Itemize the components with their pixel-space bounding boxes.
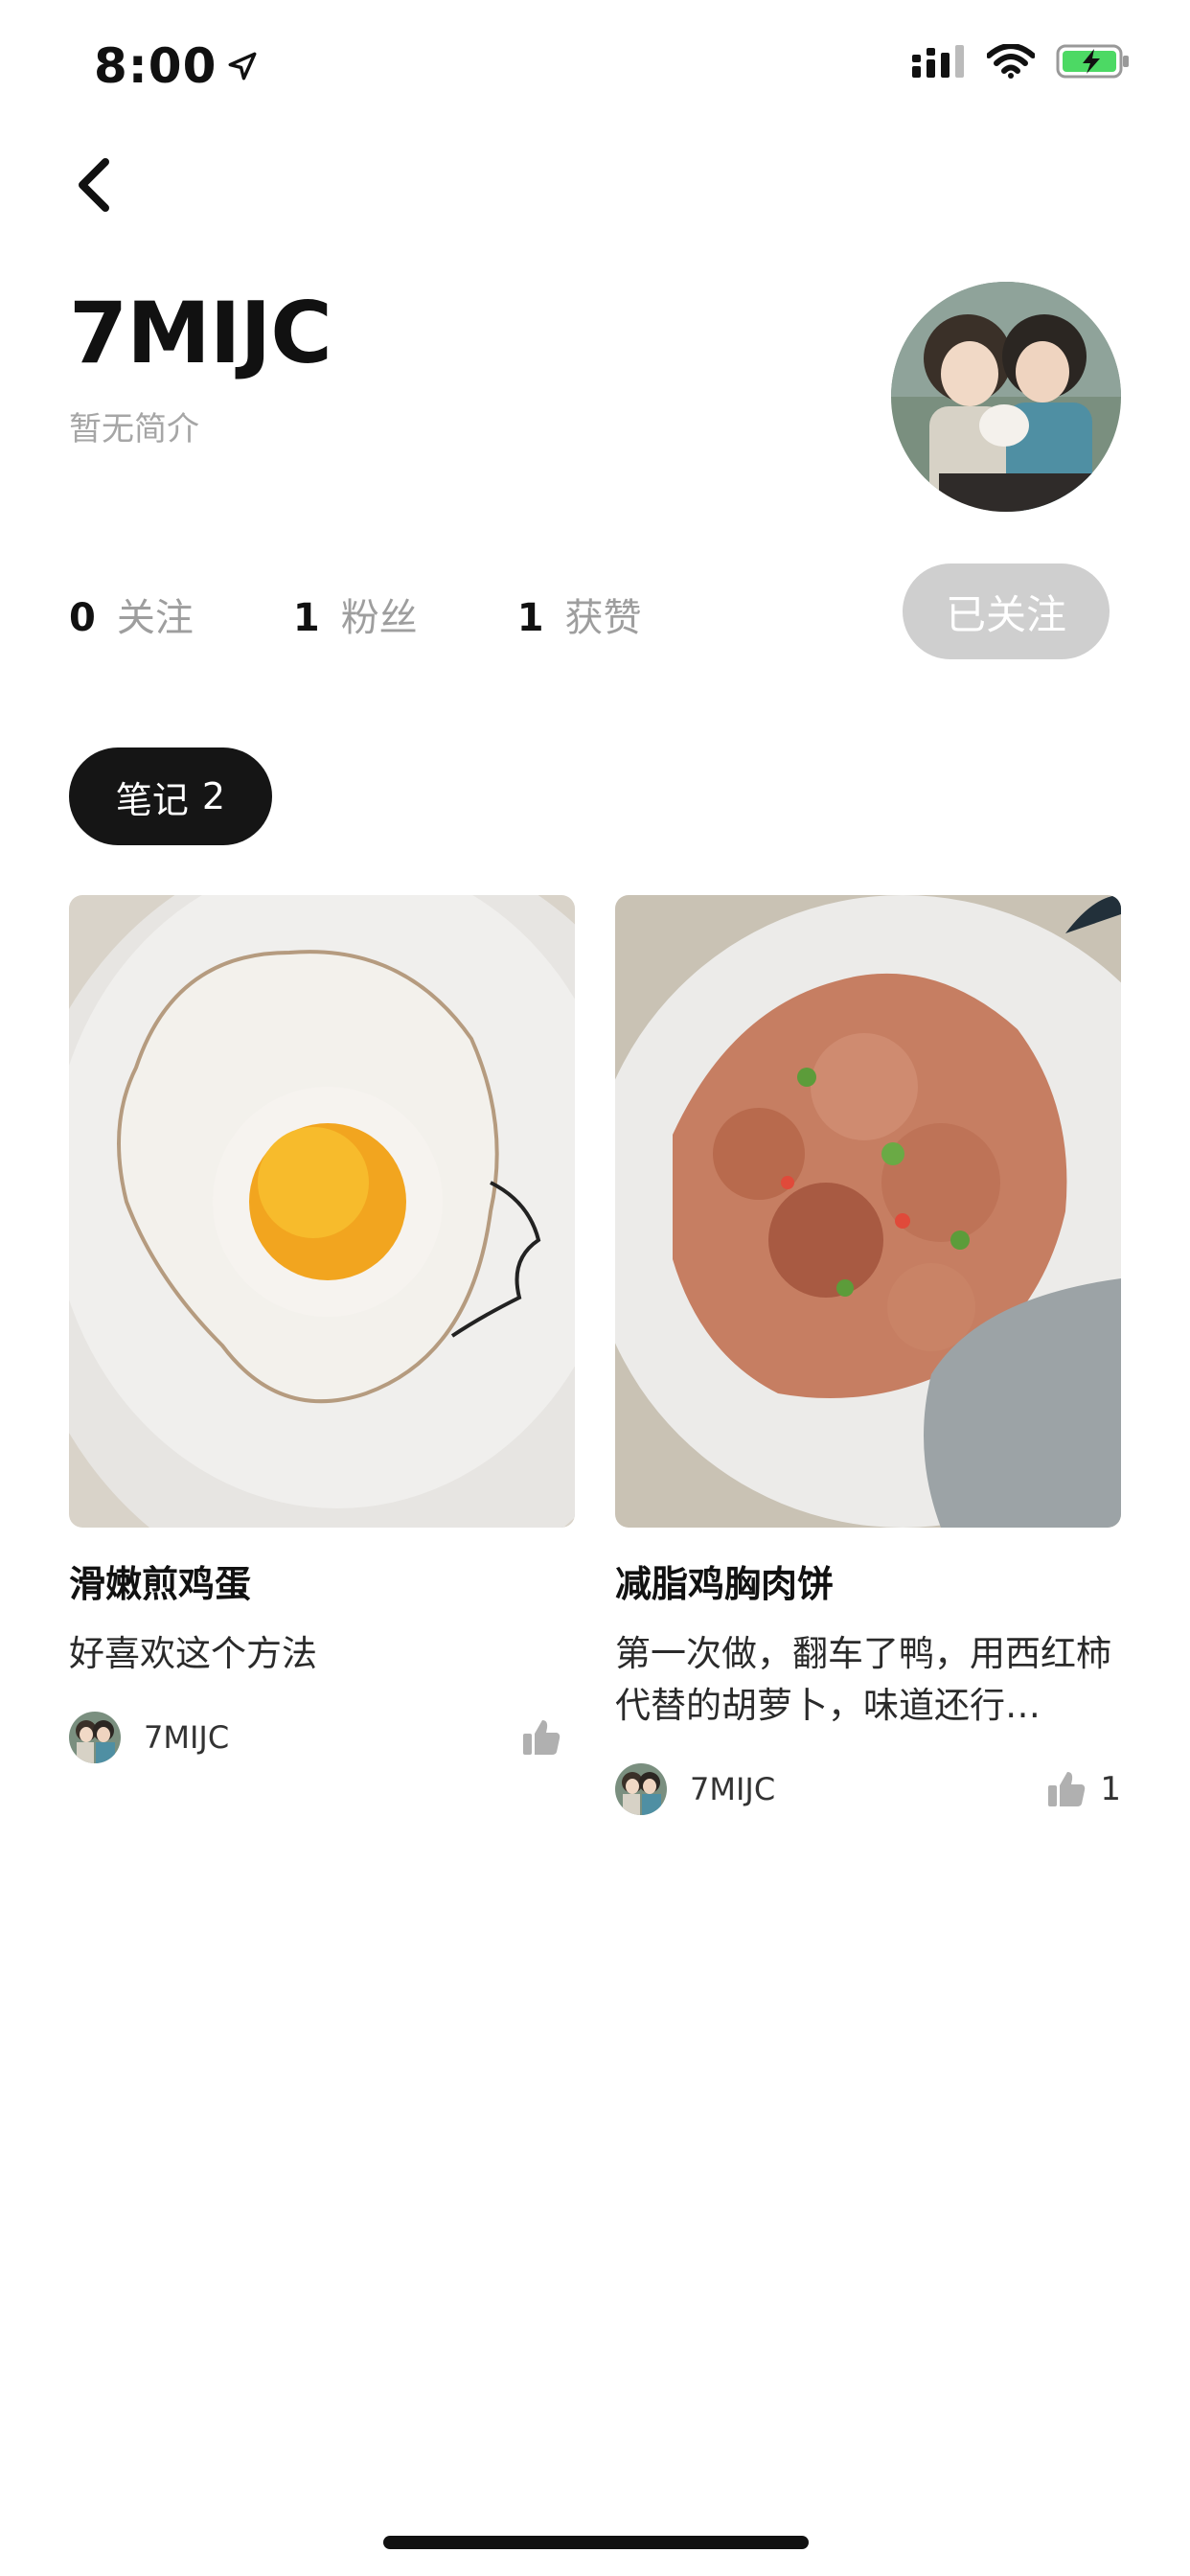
like-button[interactable]: 1: [1046, 1770, 1121, 1808]
like-button[interactable]: [521, 1718, 575, 1757]
stat-following-count: 0: [69, 596, 96, 640]
home-indicator[interactable]: [383, 2536, 809, 2549]
note-title: 减脂鸡胸肉饼: [615, 1563, 835, 1605]
stat-followers[interactable]: 1 粉丝: [293, 586, 418, 642]
author-avatar[interactable]: [69, 1712, 121, 1763]
location-arrow-icon: [228, 52, 257, 80]
stat-followers-label: 粉丝: [340, 596, 418, 640]
status-time: 8:00: [94, 38, 259, 94]
tab-notes[interactable]: 笔记 2: [69, 748, 272, 845]
status-icons: [912, 42, 1131, 80]
back-button[interactable]: [65, 151, 123, 218]
stat-likes[interactable]: 1 获赞: [517, 586, 642, 642]
wifi-icon: [987, 44, 1035, 79]
avatar[interactable]: [891, 282, 1121, 512]
note-card[interactable]: 减脂鸡胸肉饼 第一次做，翻车了鸭，用西红柿代替的胡萝卜，味道还行… 7MIJC …: [615, 895, 1121, 1818]
note-footer: 7MIJC 1: [615, 1760, 1121, 1818]
author-name[interactable]: 7MIJC: [690, 1771, 1046, 1807]
chicken-patty-photo: [615, 895, 1121, 1528]
author-avatar[interactable]: [615, 1763, 667, 1815]
signal-icon: [912, 45, 964, 78]
author-avatar-illustration: [69, 1712, 121, 1763]
like-count: 1: [1100, 1770, 1121, 1808]
chevron-left-icon: [79, 158, 109, 212]
profile-bio: 暂无简介: [69, 410, 199, 448]
profile-username: 7MIJC: [69, 284, 332, 382]
stat-following-label: 关注: [116, 596, 194, 640]
time-text: 8:00: [94, 38, 217, 94]
avatar-illustration: [891, 282, 1121, 512]
author-name[interactable]: 7MIJC: [144, 1719, 521, 1756]
note-image-chicken-patty[interactable]: [615, 895, 1121, 1528]
fried-egg-photo: [69, 895, 575, 1528]
thumb-up-icon: [523, 1720, 561, 1755]
stat-likes-label: 获赞: [564, 596, 642, 640]
note-title: 滑嫩煎鸡蛋: [69, 1563, 252, 1605]
note-desc: 第一次做，翻车了鸭，用西红柿代替的胡萝卜，味道还行…: [615, 1633, 1111, 1726]
note-footer: 7MIJC: [69, 1709, 575, 1766]
thumb-up-icon: [1048, 1772, 1086, 1806]
stat-following[interactable]: 0 关注: [69, 586, 194, 642]
stat-likes-count: 1: [516, 596, 544, 640]
note-desc: 好喜欢这个方法: [69, 1633, 317, 1674]
author-avatar-illustration: [615, 1763, 667, 1815]
note-image-fried-egg[interactable]: [69, 895, 575, 1528]
tab-notes-label: 笔记: [115, 778, 189, 821]
stat-followers-count: 1: [292, 596, 320, 640]
tab-notes-count: 2: [201, 775, 226, 817]
following-button[interactable]: 已关注: [903, 564, 1110, 659]
note-card[interactable]: 滑嫩煎鸡蛋 好喜欢这个方法 7MIJC: [69, 895, 575, 1766]
battery-charging-icon: [1056, 44, 1129, 79]
profile-stats: 0 关注 1 粉丝 1 获赞: [69, 586, 742, 642]
